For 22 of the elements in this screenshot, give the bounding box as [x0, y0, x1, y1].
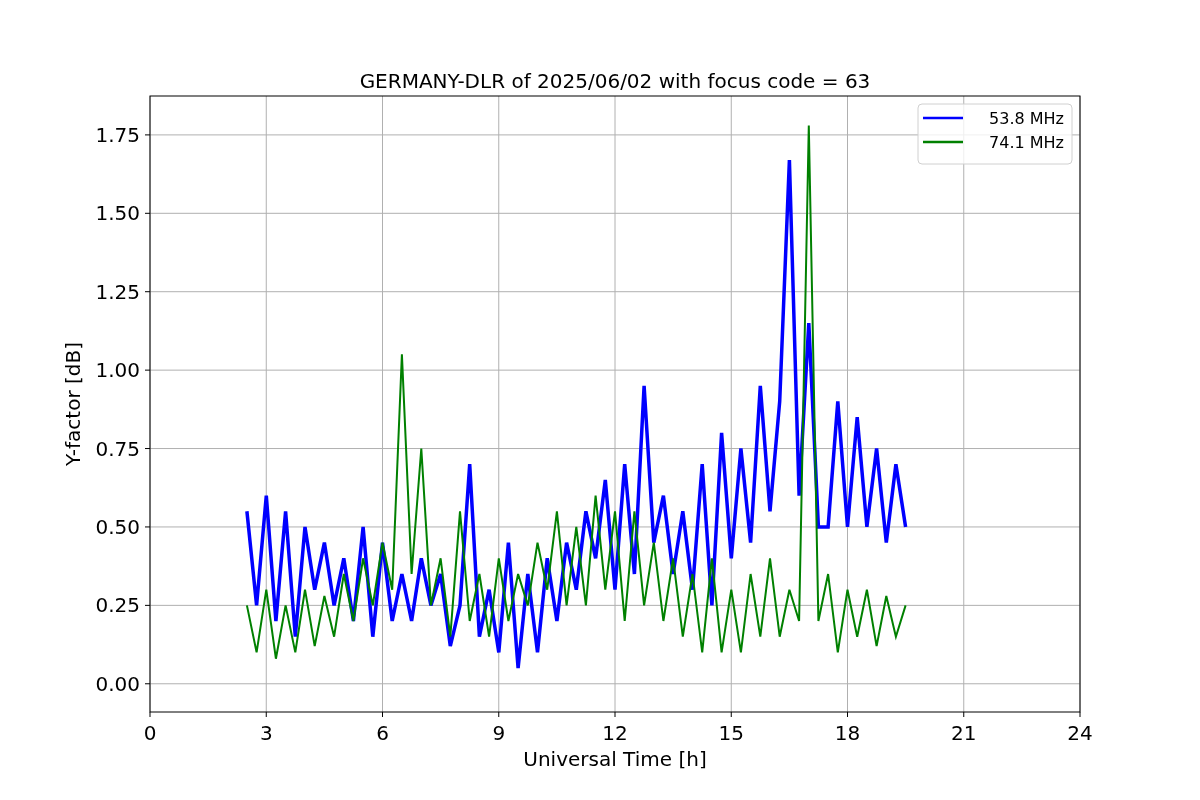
chart-title: GERMANY-DLR of 2025/06/02 with focus code = 63 [359, 69, 871, 93]
y-tick-label: 0.25 [95, 593, 140, 618]
y-tick-label: 0.50 [95, 514, 140, 539]
y-tick-label: 1.00 [95, 358, 140, 383]
x-axis-label: Universal Time [h] [523, 747, 707, 771]
y-tick-label: 1.75 [95, 122, 140, 147]
y-tick-label: 0.00 [95, 671, 140, 696]
x-tick-label: 9 [492, 721, 506, 745]
y-tick-label: 1.25 [95, 279, 140, 304]
legend-label: 74.1 MHz [989, 133, 1064, 152]
legend-label: 53.8 MHz [989, 109, 1064, 128]
x-tick-label: 24 [1067, 721, 1093, 745]
y-tick-label: 0.75 [95, 436, 140, 461]
x-tick-label: 12 [602, 721, 628, 745]
x-tick-label: 6 [376, 721, 389, 745]
y-axis-label: Y-factor [dB] [61, 342, 85, 466]
x-tick-label: 3 [259, 721, 273, 745]
y-tick-label: 1.50 [95, 201, 140, 226]
x-tick-label: 18 [834, 721, 861, 745]
x-tick-label: 0 [143, 721, 157, 745]
x-tick-label: 15 [718, 721, 744, 745]
x-tick-label: 21 [951, 721, 977, 745]
